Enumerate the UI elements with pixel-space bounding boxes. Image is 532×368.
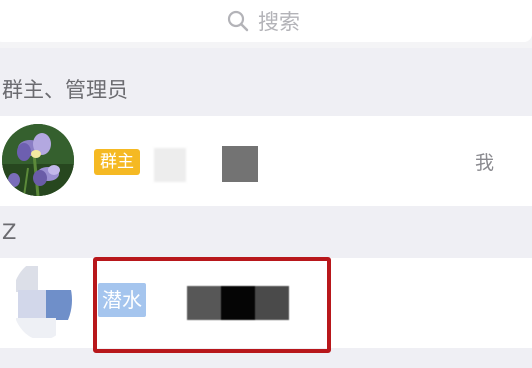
member-row-owner[interactable]: 群主 我	[0, 116, 532, 206]
redacted-name-part	[154, 148, 186, 182]
section-header-z: Z	[0, 206, 532, 258]
redacted-name-part	[222, 146, 258, 182]
search-placeholder: 搜索	[258, 10, 300, 34]
self-indicator: 我	[475, 152, 495, 174]
search-input[interactable]: 搜索	[0, 0, 532, 42]
section-header-admins: 群主、管理员	[0, 62, 532, 116]
blurred-avatar-icon	[12, 260, 72, 340]
search-bar: 搜索	[0, 0, 532, 48]
role-badge-owner: 群主	[94, 149, 140, 175]
avatar[interactable]	[2, 124, 74, 196]
search-icon	[227, 10, 249, 32]
search-placeholder-group: 搜索	[226, 6, 300, 36]
group-member-list-screen: 搜索 群主、管理员 群主 我 Z 潜水	[0, 0, 532, 368]
iris-flower-avatar-icon	[2, 124, 74, 196]
avatar[interactable]	[12, 260, 72, 340]
section-title-z: Z	[2, 220, 17, 244]
section-title-admins: 群主、管理员	[2, 78, 128, 102]
highlight-box	[93, 257, 331, 353]
